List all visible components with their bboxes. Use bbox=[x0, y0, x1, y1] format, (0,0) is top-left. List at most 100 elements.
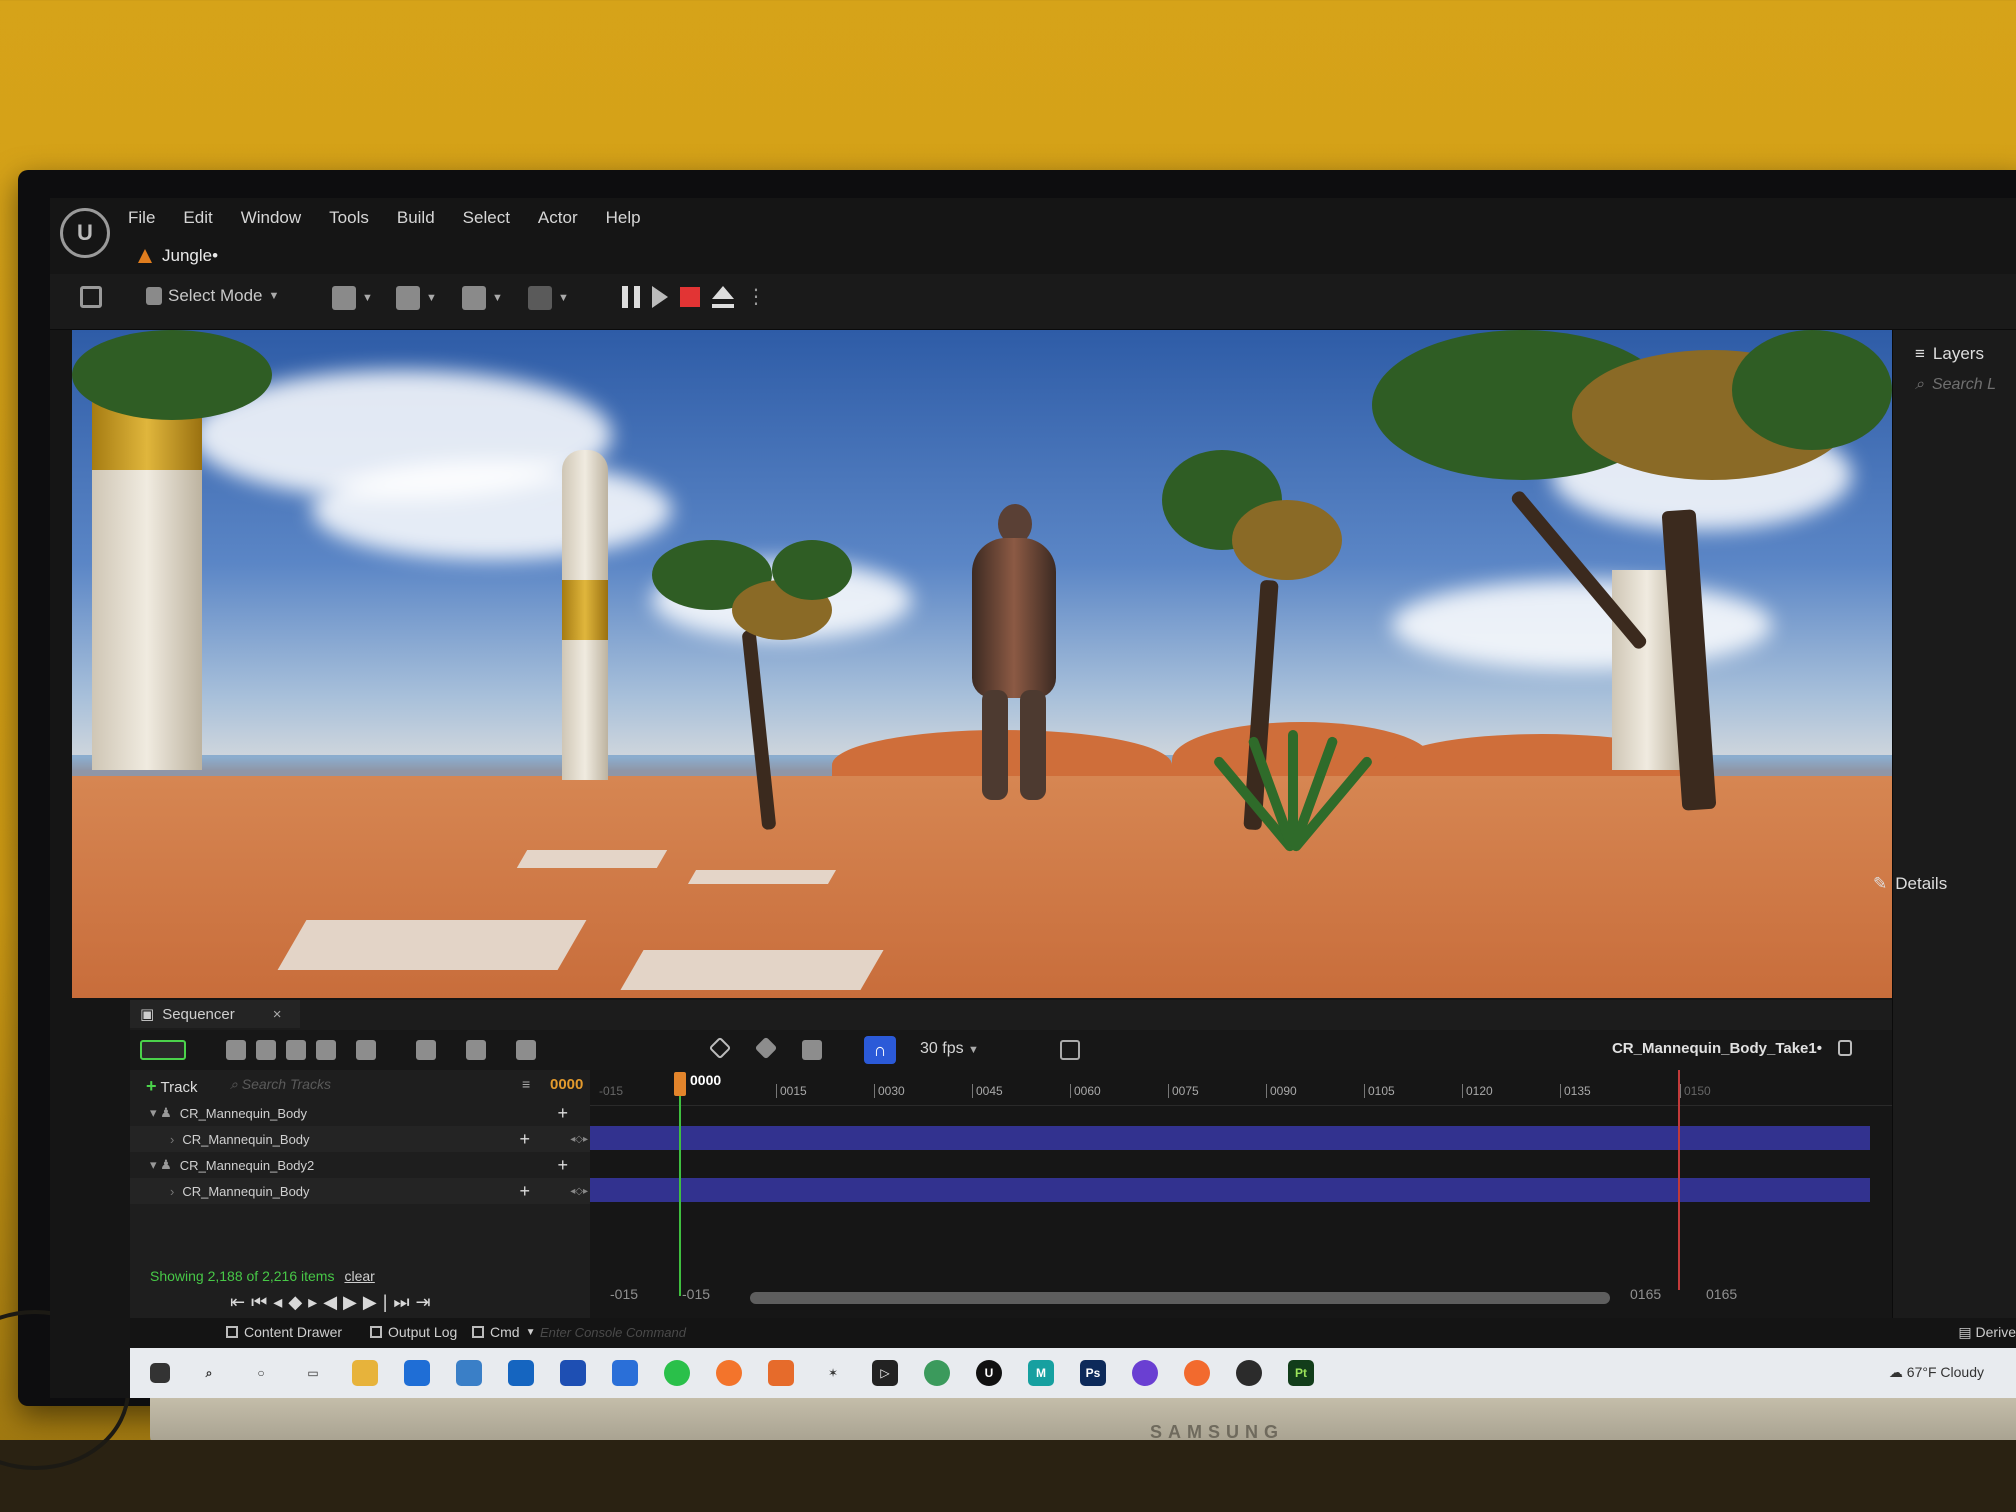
menu-file[interactable]: File bbox=[128, 208, 155, 228]
current-frame[interactable]: 0000 bbox=[550, 1076, 583, 1093]
clear-filter-link[interactable]: clear bbox=[344, 1268, 374, 1284]
add-track-button[interactable]: + Track bbox=[146, 1076, 197, 1097]
level-viewport[interactable] bbox=[72, 330, 1892, 998]
select-mode-label: Select Mode bbox=[168, 286, 263, 305]
keyframe-icon[interactable] bbox=[754, 1036, 778, 1060]
world-icon[interactable] bbox=[140, 1040, 186, 1060]
pencil-icon: ✎ bbox=[1873, 874, 1888, 893]
level-tab[interactable]: Jungle• bbox=[138, 246, 218, 266]
curve-editor-icon[interactable] bbox=[1060, 1040, 1080, 1060]
wrench-icon[interactable] bbox=[416, 1040, 436, 1060]
derived-data-button[interactable]: ▤ Derive bbox=[1958, 1324, 2016, 1341]
modes-button[interactable]: ▼ bbox=[528, 286, 569, 310]
track-row[interactable]: ▾ ♟ CR_Mannequin_Body + bbox=[130, 1100, 590, 1126]
menu-actor[interactable]: Actor bbox=[538, 208, 578, 228]
playhead-handle[interactable] bbox=[674, 1072, 686, 1096]
track-row[interactable]: › CR_Mannequin_Body + ◂◇▸ bbox=[130, 1126, 590, 1152]
pause-icon[interactable] bbox=[622, 285, 640, 308]
camera-icon[interactable] bbox=[286, 1040, 306, 1060]
select-mode-dropdown[interactable]: Select Mode ▼ bbox=[146, 286, 279, 306]
painter-icon[interactable]: Pt bbox=[1288, 1360, 1314, 1386]
pen-icon[interactable] bbox=[802, 1040, 822, 1060]
search-tracks-input[interactable]: ⌕ Search Tracks bbox=[230, 1076, 331, 1093]
add-key-icon[interactable]: + bbox=[519, 1129, 530, 1150]
sequencer-tab[interactable]: ▣ Sequencer × bbox=[130, 1000, 300, 1028]
timeline-scrollbar[interactable] bbox=[750, 1292, 1610, 1304]
mannequin-body[interactable] bbox=[972, 538, 1056, 698]
maya-icon[interactable]: M bbox=[1028, 1360, 1054, 1386]
app-icon[interactable] bbox=[768, 1360, 794, 1386]
cortana-icon[interactable]: ○ bbox=[248, 1360, 274, 1386]
file-explorer-icon[interactable] bbox=[352, 1360, 378, 1386]
render-icon[interactable] bbox=[316, 1040, 336, 1060]
track-row[interactable]: › CR_Mannequin_Body + ◂◇▸ bbox=[130, 1178, 590, 1204]
app-icon[interactable] bbox=[404, 1360, 430, 1386]
keyframe-nav-icon[interactable]: ◂◇▸ bbox=[570, 1186, 588, 1197]
open-sequence-icon[interactable] bbox=[256, 1040, 276, 1060]
close-icon[interactable]: × bbox=[273, 1006, 282, 1023]
add-key-icon[interactable]: + bbox=[519, 1181, 530, 1202]
app-icon[interactable] bbox=[924, 1360, 950, 1386]
timeline[interactable]: -015 0015 0030 0045 0060 0075 0090 0105 … bbox=[590, 1070, 1892, 1318]
end-marker[interactable] bbox=[1678, 1070, 1680, 1290]
more-options-icon[interactable]: ⋮ bbox=[746, 284, 766, 309]
blueprint-button[interactable]: ▼ bbox=[396, 286, 437, 310]
tree-view-icon[interactable] bbox=[356, 1040, 376, 1060]
menu-select[interactable]: Select bbox=[463, 208, 510, 228]
snap-magnet-icon[interactable]: ∩ bbox=[864, 1036, 896, 1064]
task-view-icon[interactable]: ▭ bbox=[300, 1360, 326, 1386]
app-icon[interactable] bbox=[1132, 1360, 1158, 1386]
key-icon[interactable] bbox=[708, 1036, 732, 1060]
step-forward-icon[interactable] bbox=[652, 285, 668, 308]
add-subtrack-icon[interactable]: + bbox=[557, 1103, 568, 1124]
outlook-icon[interactable] bbox=[508, 1360, 534, 1386]
weather-widget[interactable]: ☁ 67°F Cloudy bbox=[1889, 1364, 1984, 1381]
menu-tools[interactable]: Tools bbox=[329, 208, 369, 228]
track-row[interactable]: ▾ ♟ CR_Mannequin_Body2 + bbox=[130, 1152, 590, 1178]
unreal-taskbar-icon[interactable]: U bbox=[976, 1360, 1002, 1386]
play-start[interactable]: -015 bbox=[682, 1286, 710, 1302]
add-actor-button[interactable]: ▼ bbox=[332, 286, 373, 310]
app-icon[interactable] bbox=[1236, 1360, 1262, 1386]
keyframe-nav-icon[interactable]: ◂◇▸ bbox=[570, 1134, 588, 1145]
stop-icon[interactable] bbox=[680, 286, 700, 307]
filter-icon[interactable]: ≡ bbox=[522, 1076, 530, 1092]
menu-help[interactable]: Help bbox=[606, 208, 641, 228]
lock-icon[interactable] bbox=[1838, 1040, 1852, 1056]
app-icon[interactable] bbox=[456, 1360, 482, 1386]
save-icon[interactable] bbox=[80, 286, 102, 308]
eject-icon[interactable] bbox=[712, 285, 734, 308]
console-input[interactable]: Enter Console Command bbox=[540, 1325, 686, 1340]
menu-edit[interactable]: Edit bbox=[183, 208, 212, 228]
details-panel-header[interactable]: ✎ Details bbox=[1873, 874, 1947, 894]
eye-icon[interactable] bbox=[466, 1040, 486, 1060]
layers-search-input[interactable]: ⌕ Search L bbox=[1915, 376, 1996, 394]
menu-build[interactable]: Build bbox=[397, 208, 435, 228]
windows-start-icon[interactable] bbox=[150, 1363, 170, 1383]
content-drawer-button[interactable]: Content Drawer bbox=[226, 1324, 342, 1340]
mocap-icon[interactable]: ✶ bbox=[820, 1360, 846, 1386]
houdini-icon[interactable] bbox=[1184, 1360, 1210, 1386]
firefox-icon[interactable] bbox=[716, 1360, 742, 1386]
word-icon[interactable] bbox=[560, 1360, 586, 1386]
play-end[interactable]: 0165 bbox=[1630, 1286, 1661, 1302]
app-icon[interactable]: ▷ bbox=[872, 1360, 898, 1386]
output-log-button[interactable]: Output Log bbox=[370, 1324, 457, 1340]
menu-window[interactable]: Window bbox=[241, 208, 301, 228]
spotify-icon[interactable] bbox=[664, 1360, 690, 1386]
view-end[interactable]: 0165 bbox=[1706, 1286, 1737, 1302]
fps-dropdown[interactable]: 30 fps ▼ bbox=[920, 1040, 979, 1058]
transport-controls[interactable]: ⇤⏮◂◆▸◀▶▶|⏭⇥ bbox=[230, 1292, 437, 1313]
photoshop-icon[interactable]: Ps bbox=[1080, 1360, 1106, 1386]
save-sequence-icon[interactable] bbox=[226, 1040, 246, 1060]
cinematics-button[interactable]: ▼ bbox=[462, 286, 503, 310]
time-ruler[interactable]: -015 0015 0030 0045 0060 0075 0090 0105 … bbox=[590, 1070, 1892, 1106]
cmd-dropdown[interactable]: Cmd ▼ bbox=[472, 1324, 535, 1340]
view-start[interactable]: -015 bbox=[610, 1286, 638, 1302]
search-icon[interactable]: ⌕ bbox=[196, 1360, 222, 1386]
app-icon[interactable] bbox=[612, 1360, 638, 1386]
add-subtrack-icon[interactable]: + bbox=[557, 1155, 568, 1176]
gear-icon[interactable] bbox=[516, 1040, 536, 1060]
layers-panel-header[interactable]: ≡ Layers bbox=[1915, 344, 1984, 364]
unreal-logo-icon[interactable]: U bbox=[60, 208, 110, 258]
